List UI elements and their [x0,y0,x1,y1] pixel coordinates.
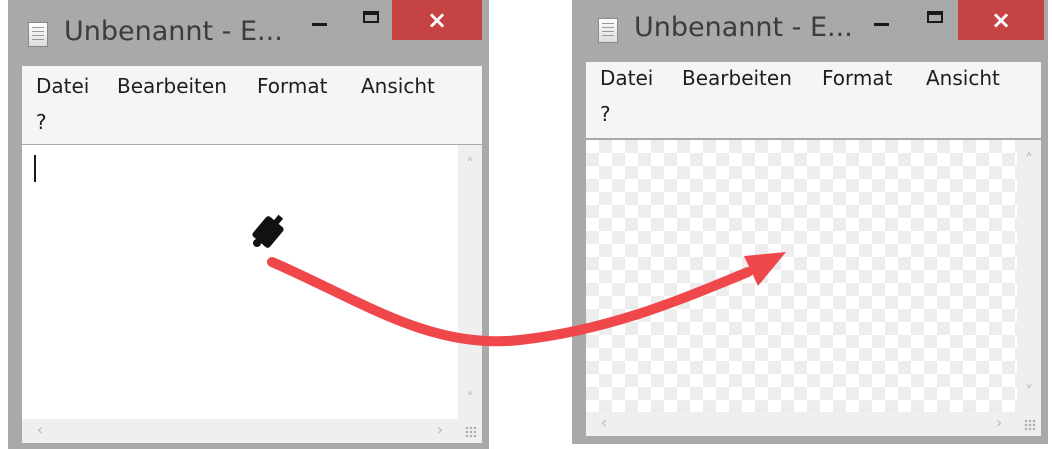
red-arrow [267,257,753,347]
paint-drop [253,239,261,247]
annotation-overlay [252,214,786,347]
red-arrowhead [744,252,786,286]
